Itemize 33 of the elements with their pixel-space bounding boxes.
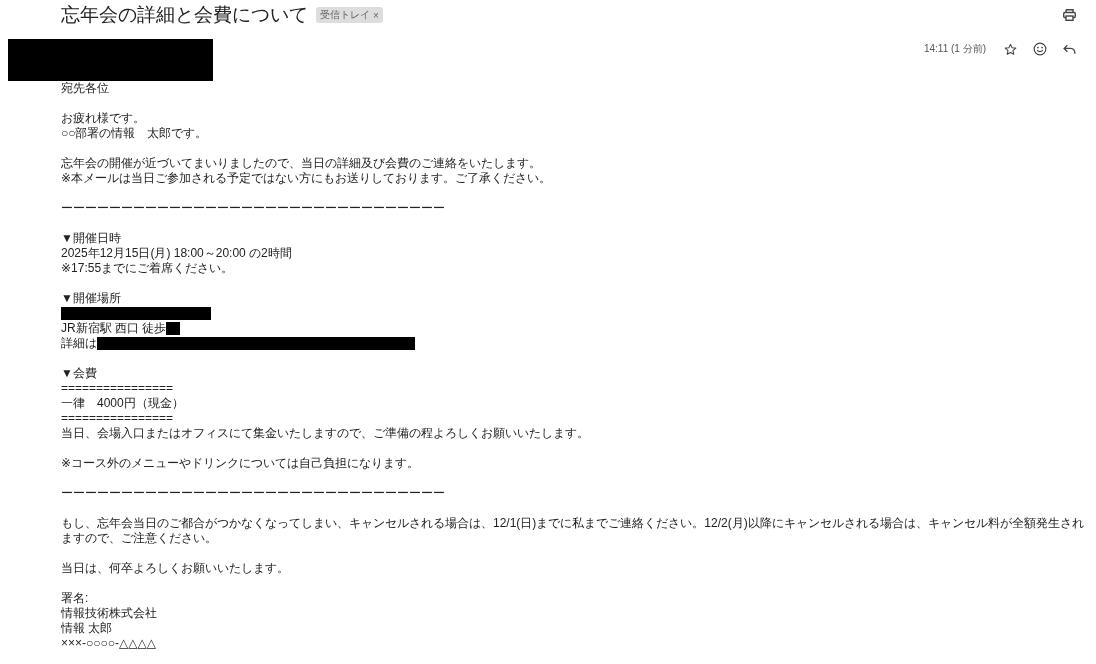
body-text: JR新宿駅 西口 徒歩 (61, 321, 167, 336)
body-text: 当日は、何卒よろしくお願いいたします。 (61, 561, 289, 576)
body-text: ▼会費 (61, 366, 97, 381)
body-text: 宛先各位 (61, 81, 109, 96)
body-text: 忘年会の開催が近づいてまいりましたので、当日の詳細及び会費のご連絡をいたします。 (61, 156, 541, 171)
body-text: ○○部署の情報 太郎です。 (61, 126, 208, 141)
body-text: ーーーーーーーーーーーーーーーーーーーーーーーーーーーーーーーー (61, 486, 445, 501)
body-text: ×××-○○○○-△△△△ (61, 636, 156, 651)
body-text: お疲れ様です。 (61, 111, 145, 126)
label-chip[interactable]: 受信トレイ × (316, 7, 383, 23)
body-text: 一律 4000円（現金） (61, 396, 184, 411)
print-icon[interactable] (1063, 9, 1076, 21)
body-text: 情報 太郎 (61, 621, 113, 636)
body-text: 署名: (61, 591, 89, 606)
body-text: 情報技術株式会社 (61, 606, 157, 621)
body-text: ※17:55までにご着席ください。 (61, 261, 234, 276)
body-text: ※本メールは当日ご参加される予定ではない方にもお送りしております。ご了承ください。 (61, 171, 552, 186)
body-text: ▼開催日時 (61, 231, 121, 246)
body-text: ================ (61, 381, 174, 396)
body-text: 当日、会場入口またはオフィスにて集金いたしますので、ご準備の程よろしくお願いいたします。 (61, 426, 589, 441)
reply-icon[interactable] (1063, 43, 1076, 55)
body-text: ーーーーーーーーーーーーーーーーーーーーーーーーーーーーーーーー (61, 201, 445, 216)
body-text: ※コース外のメニューやドリンクについては自己負担になります。 (61, 456, 420, 471)
email-subject: 忘年会の詳細と会費について (61, 3, 308, 27)
remove-label-button[interactable]: × (373, 9, 379, 21)
body-text: もし、忘年会当日のご都合がつかなくなってしまい、キャンセルされる場合は、12/1(日)までに私までご連絡ください。12/2(月)以降にキャンセルされる場合は、キャンセル料が全額発生されますので、ご注意ください。 (61, 516, 1085, 546)
body-text: 2025年12月15日(月) 18:00～20:00 の2時間 (61, 246, 292, 261)
star-icon[interactable] (1004, 42, 1017, 56)
emoji-icon[interactable] (1033, 42, 1047, 56)
body-text: 詳細は (61, 336, 97, 351)
body-text: ================ (61, 411, 174, 426)
body-text: ▼開催場所 (61, 291, 121, 306)
timestamp: 14:11 (1 分前) (923, 42, 986, 56)
